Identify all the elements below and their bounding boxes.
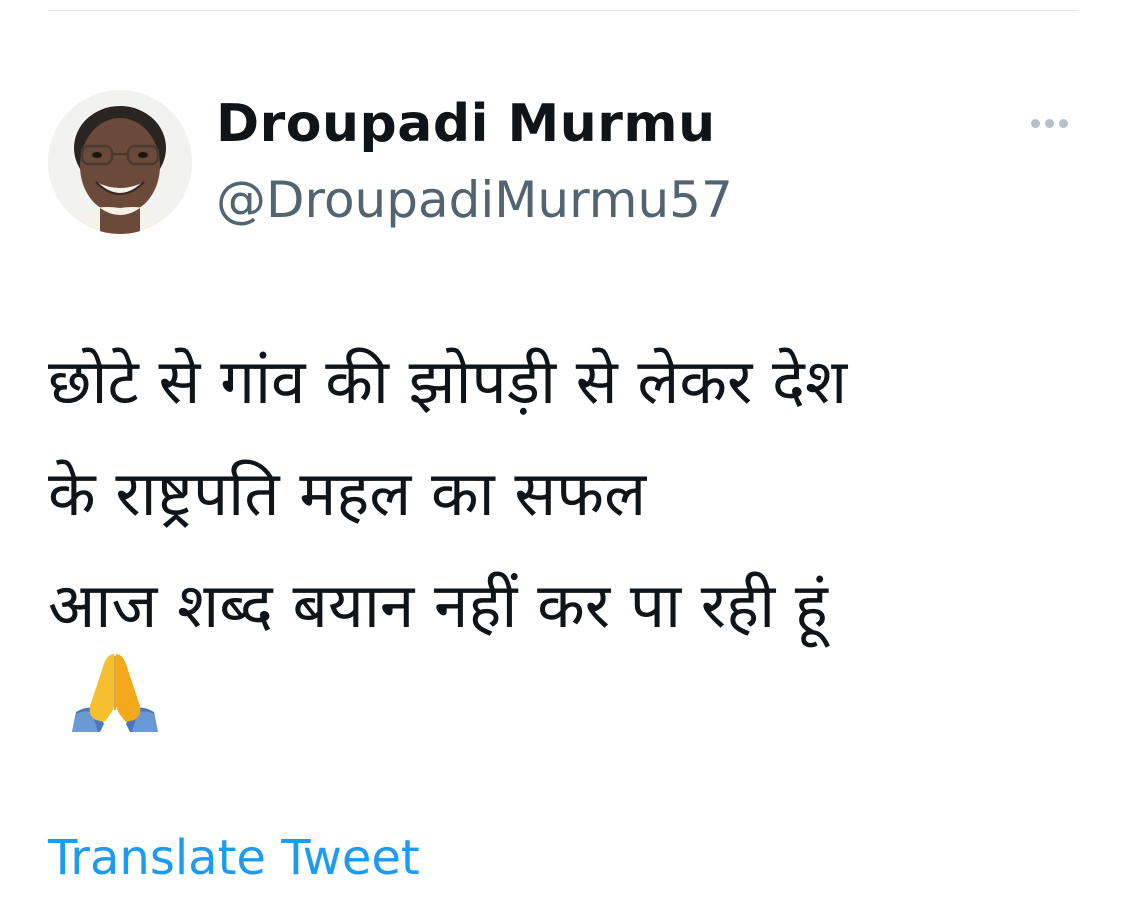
folded-hands-emoji: [70, 648, 160, 732]
author-handle[interactable]: @DroupadiMurmu57: [216, 168, 733, 232]
tweet-text-line: छोटे से गांव की झोपड़ी से लेकर देश: [48, 345, 848, 418]
avatar-photo: [48, 90, 192, 234]
more-horizontal-icon: [1044, 118, 1054, 128]
tweet-text-line: के राष्ट्रपति महल का सफल: [48, 457, 647, 530]
more-options-button[interactable]: [1022, 108, 1076, 138]
more-horizontal-icon: [1030, 118, 1040, 128]
tweet-text: छोटे से गांव की झोपड़ी से लेकर देश के रा…: [48, 326, 1088, 662]
author-display-name[interactable]: Droupadi Murmu: [216, 92, 716, 156]
avatar[interactable]: [48, 90, 192, 234]
more-horizontal-icon: [1058, 118, 1068, 128]
top-divider: [48, 10, 1078, 11]
translate-tweet-link[interactable]: Translate Tweet: [48, 826, 420, 890]
tweet-text-line: आज शब्द बयान नहीं कर पा रही हूं: [48, 569, 828, 642]
